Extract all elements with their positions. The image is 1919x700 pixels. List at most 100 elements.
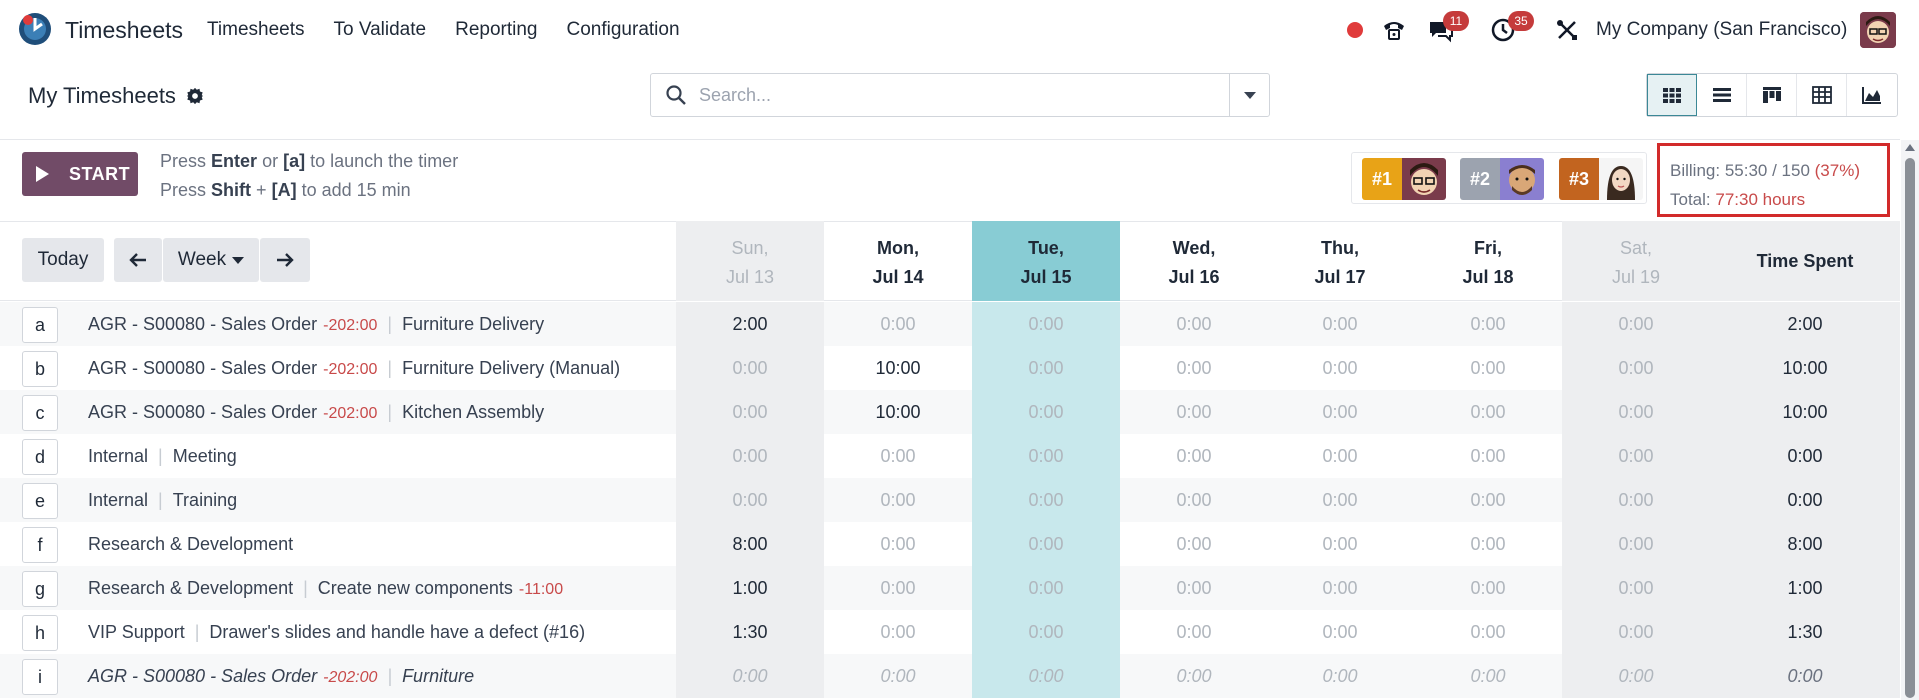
time-cell[interactable]: 0:00 [676, 346, 824, 390]
time-cell[interactable]: 0:00 [1414, 478, 1562, 522]
time-cell[interactable]: 0:00 [1120, 390, 1268, 434]
row-shortcut-key[interactable]: d [22, 439, 58, 475]
time-cell[interactable]: 0:00 [1414, 654, 1562, 698]
menu-item-configuration[interactable]: Configuration [567, 19, 680, 41]
time-cell[interactable]: 0:00 [1562, 346, 1710, 390]
time-cell[interactable]: 0:00 [1120, 478, 1268, 522]
time-cell[interactable]: 0:00 [1562, 434, 1710, 478]
kanban-view-button[interactable] [1747, 74, 1797, 116]
row-shortcut-key[interactable]: i [22, 659, 58, 695]
today-button[interactable]: Today [22, 238, 104, 282]
start-timer-button[interactable]: START [22, 152, 138, 196]
leaderboard-rank-1[interactable]: #1 [1362, 158, 1446, 200]
menu-item-timesheets[interactable]: Timesheets [207, 19, 305, 41]
time-cell[interactable]: 0:00 [1562, 522, 1710, 566]
time-cell[interactable]: 0:00 [1414, 522, 1562, 566]
search-input[interactable] [699, 84, 1229, 106]
grid-view-button[interactable] [1647, 74, 1697, 116]
time-cell[interactable]: 0:00 [1120, 302, 1268, 346]
time-cell[interactable]: 0:00 [1266, 346, 1414, 390]
time-cell[interactable]: 0:00 [1120, 610, 1268, 654]
time-cell[interactable]: 0:00 [824, 654, 972, 698]
previous-week-button[interactable] [114, 238, 162, 282]
time-cell[interactable]: 0:00 [972, 610, 1120, 654]
time-cell[interactable]: 0:00 [1120, 434, 1268, 478]
phone-icon[interactable] [1380, 16, 1408, 44]
time-cell[interactable]: 0:00 [1266, 302, 1414, 346]
graph-view-button[interactable] [1847, 74, 1897, 116]
time-cell[interactable]: 0:00 [972, 346, 1120, 390]
next-week-button[interactable] [260, 238, 310, 282]
time-cell[interactable]: 0:00 [1120, 346, 1268, 390]
time-cell[interactable]: 0:00 [1414, 390, 1562, 434]
time-cell[interactable]: 0:00 [1562, 478, 1710, 522]
row-label[interactable]: AGR - S00080 - Sales Order -202:00 | Furnit… [88, 358, 620, 379]
row-label[interactable]: Research & Development [88, 534, 293, 555]
list-view-button[interactable] [1697, 74, 1747, 116]
gear-icon[interactable] [186, 87, 204, 105]
time-cell[interactable]: 0:00 [972, 390, 1120, 434]
time-cell[interactable]: 0:00 [1562, 654, 1710, 698]
time-cell[interactable]: 0:00 [1414, 610, 1562, 654]
time-cell[interactable]: 0:00 [676, 390, 824, 434]
row-shortcut-key[interactable]: e [22, 483, 58, 519]
app-name[interactable]: Timesheets [65, 17, 183, 44]
time-cell[interactable]: 0:00 [824, 610, 972, 654]
time-cell[interactable]: 0:00 [1266, 522, 1414, 566]
status-dot-icon[interactable] [1347, 22, 1363, 38]
time-cell[interactable]: 0:00 [1414, 434, 1562, 478]
time-cell[interactable]: 0:00 [824, 302, 972, 346]
time-cell[interactable]: 0:00 [972, 478, 1120, 522]
time-cell[interactable]: 0:00 [824, 522, 972, 566]
time-cell[interactable]: 1:30 [676, 610, 824, 654]
time-cell[interactable]: 0:00 [1414, 346, 1562, 390]
time-cell[interactable]: 0:00 [676, 478, 824, 522]
row-shortcut-key[interactable]: g [22, 571, 58, 607]
time-cell[interactable]: 10:00 [824, 390, 972, 434]
time-cell[interactable]: 1:00 [676, 566, 824, 610]
row-shortcut-key[interactable]: h [22, 615, 58, 651]
app-logo-icon[interactable] [18, 12, 52, 46]
time-cell[interactable]: 0:00 [972, 654, 1120, 698]
time-cell[interactable]: 0:00 [1266, 654, 1414, 698]
row-shortcut-key[interactable]: c [22, 395, 58, 431]
time-cell[interactable]: 2:00 [676, 302, 824, 346]
time-cell[interactable]: 0:00 [972, 434, 1120, 478]
time-cell[interactable]: 0:00 [972, 522, 1120, 566]
row-label[interactable]: AGR - S00080 - Sales Order -202:00 | Furnit… [88, 314, 544, 335]
row-shortcut-key[interactable]: b [22, 351, 58, 387]
row-label[interactable]: Research & Development | Create new compon… [88, 578, 563, 599]
time-cell[interactable]: 0:00 [1120, 566, 1268, 610]
user-avatar[interactable] [1860, 12, 1896, 48]
time-cell[interactable]: 0:00 [1120, 654, 1268, 698]
time-cell[interactable]: 10:00 [824, 346, 972, 390]
time-cell[interactable]: 8:00 [676, 522, 824, 566]
time-cell[interactable]: 0:00 [1120, 522, 1268, 566]
time-cell[interactable]: 0:00 [676, 654, 824, 698]
row-label[interactable]: AGR - S00080 - Sales Order -202:00 | Furnit… [88, 666, 474, 687]
time-cell[interactable]: 0:00 [1562, 302, 1710, 346]
time-cell[interactable]: 0:00 [676, 434, 824, 478]
scroll-up-icon[interactable] [1905, 144, 1915, 151]
time-cell[interactable]: 0:00 [1414, 566, 1562, 610]
vertical-scrollbar[interactable] [1901, 140, 1919, 700]
time-cell[interactable]: 0:00 [824, 478, 972, 522]
row-label[interactable]: AGR - S00080 - Sales Order -202:00 | Kitche… [88, 402, 544, 423]
row-label[interactable]: Internal | Training [88, 490, 237, 511]
time-cell[interactable]: 0:00 [824, 566, 972, 610]
tools-icon[interactable] [1553, 16, 1581, 44]
search-options-toggle[interactable] [1229, 74, 1269, 116]
leaderboard-rank-3[interactable]: #3 [1559, 158, 1643, 200]
time-cell[interactable]: 0:00 [1562, 566, 1710, 610]
time-cell[interactable]: 0:00 [1266, 566, 1414, 610]
time-cell[interactable]: 0:00 [1266, 478, 1414, 522]
time-cell[interactable]: 0:00 [1562, 390, 1710, 434]
company-switcher[interactable]: My Company (San Francisco) [1596, 19, 1847, 41]
time-cell[interactable]: 0:00 [824, 434, 972, 478]
row-label[interactable]: Internal | Meeting [88, 446, 237, 467]
menu-item-to-validate[interactable]: To Validate [334, 19, 427, 41]
time-cell[interactable]: 0:00 [1266, 610, 1414, 654]
leaderboard-rank-2[interactable]: #2 [1460, 158, 1544, 200]
row-shortcut-key[interactable]: f [22, 527, 58, 563]
time-cell[interactable]: 0:00 [1562, 610, 1710, 654]
